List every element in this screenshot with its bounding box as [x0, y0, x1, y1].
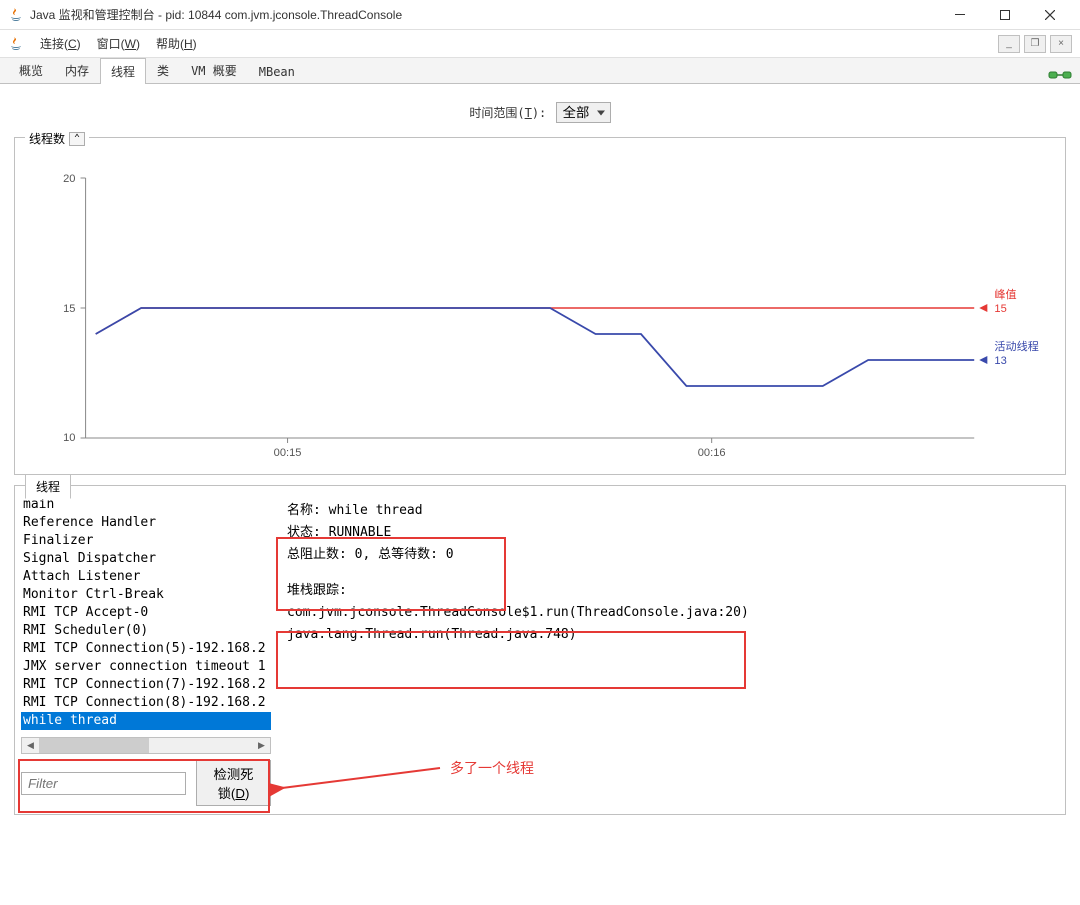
active-value: 13: [994, 355, 1006, 367]
time-range-select[interactable]: 全部: [556, 102, 611, 123]
detail-blocked-label: 总阻止数:: [287, 547, 355, 562]
minimize-button[interactable]: [937, 0, 982, 29]
detail-waited-value: 0: [446, 547, 454, 562]
thread-item[interactable]: RMI TCP Connection(5)-192.168.2: [21, 640, 271, 658]
tab-threads[interactable]: 线程: [100, 58, 146, 84]
mdi-restore-button[interactable]: ❐: [1024, 35, 1046, 53]
close-button[interactable]: [1027, 0, 1072, 29]
thread-item[interactable]: Finalizer: [21, 532, 271, 550]
stack-line-0: com.jvm.jconsole.ThreadConsole$1.run(Thr…: [287, 602, 1051, 624]
maximize-button[interactable]: [982, 0, 1027, 29]
filter-input[interactable]: [21, 772, 186, 795]
scroll-thumb[interactable]: [39, 738, 149, 753]
y-tick-20: 20: [63, 173, 75, 185]
detail-name-value: while thread: [329, 503, 423, 518]
threads-list-tab[interactable]: 线程: [25, 474, 71, 499]
peak-label: 峰值: [994, 288, 1016, 301]
tab-overview[interactable]: 概览: [8, 57, 54, 83]
thread-item[interactable]: Reference Handler: [21, 514, 271, 532]
thread-item[interactable]: Monitor Ctrl-Break: [21, 586, 271, 604]
hscrollbar[interactable]: ◀ ▶: [21, 737, 271, 754]
thread-detail-panel: 名称: while thread 状态: RUNNABLE 总阻止数: 0, 总…: [279, 496, 1059, 806]
time-range-row: 时间范围(T): 全部: [10, 94, 1070, 137]
y-tick-15: 15: [63, 303, 75, 315]
detail-waited-label: , 总等待数:: [362, 547, 445, 562]
active-series-line: [96, 308, 975, 386]
detect-deadlock-button[interactable]: 检测死锁(D): [196, 760, 271, 806]
connection-status-icon: [1048, 67, 1072, 83]
thread-item[interactable]: while thread: [21, 712, 271, 730]
chart-title: 线程数 ⌃: [25, 130, 89, 147]
mdi-controls: _ ❐ ×: [998, 35, 1072, 53]
mdi-minimize-button[interactable]: _: [998, 35, 1020, 53]
thread-item[interactable]: JMX server connection timeout 1: [21, 658, 271, 676]
window-title: Java 监视和管理控制台 - pid: 10844 com.jvm.jcons…: [30, 6, 937, 23]
thread-list[interactable]: mainReference HandlerFinalizerSignal Dis…: [21, 496, 271, 731]
thread-item[interactable]: RMI TCP Accept-0: [21, 604, 271, 622]
time-range-label: 时间范围(T):: [469, 106, 546, 120]
peak-series-line: [96, 308, 975, 334]
mdi-close-button[interactable]: ×: [1050, 35, 1072, 53]
thread-item[interactable]: Attach Listener: [21, 568, 271, 586]
thread-count-chart-panel: 线程数 ⌃ 20 15 10 00:15 00:16: [14, 137, 1066, 475]
window-controls: [937, 0, 1072, 29]
detail-state-value: RUNNABLE: [329, 525, 392, 540]
menubar: 连接(C) 窗口(W) 帮助(H) _ ❐ ×: [0, 30, 1080, 58]
thread-item[interactable]: RMI Scheduler(0): [21, 622, 271, 640]
peak-value: 15: [994, 303, 1006, 315]
active-label: 活动线程: [994, 339, 1038, 353]
menu-connect[interactable]: 连接(C): [32, 31, 89, 56]
window-titlebar: Java 监视和管理控制台 - pid: 10844 com.jvm.jcons…: [0, 0, 1080, 30]
x-tick-0: 00:15: [274, 447, 302, 459]
chart-expand-button[interactable]: ⌃: [69, 132, 85, 146]
detail-state-label: 状态:: [287, 525, 329, 540]
tabbar: 概览 内存 线程 类 VM 概要 MBean: [0, 58, 1080, 84]
thread-item[interactable]: RMI TCP Connection(7)-192.168.2: [21, 676, 271, 694]
thread-count-chart: 20 15 10 00:15 00:16 峰值 15 活动线程 13: [25, 148, 1055, 468]
menu-window[interactable]: 窗口(W): [89, 31, 148, 56]
scroll-left-button[interactable]: ◀: [22, 738, 39, 753]
tab-classes[interactable]: 类: [146, 57, 180, 83]
thread-item[interactable]: RMI TCP Connection(8)-192.168.2: [21, 694, 271, 712]
menu-help[interactable]: 帮助(H): [148, 31, 205, 56]
detail-name-label: 名称:: [287, 503, 329, 518]
scroll-right-button[interactable]: ▶: [253, 738, 270, 753]
stack-line-1: java.lang.Thread.run(Thread.java:748): [287, 624, 1051, 646]
java-icon: [8, 36, 24, 52]
tab-vm-summary[interactable]: VM 概要: [180, 57, 248, 83]
tab-mbean[interactable]: MBean: [248, 60, 306, 83]
x-tick-1: 00:16: [698, 447, 726, 459]
threads-panel: 线程 mainReference HandlerFinalizerSignal …: [14, 485, 1066, 815]
detail-stack-label: 堆栈跟踪:: [287, 580, 1051, 602]
thread-item[interactable]: Signal Dispatcher: [21, 550, 271, 568]
y-tick-10: 10: [63, 432, 75, 444]
annotation-text: 多了一个线程: [450, 758, 534, 778]
java-icon: [8, 7, 24, 23]
tab-memory[interactable]: 内存: [54, 57, 100, 83]
